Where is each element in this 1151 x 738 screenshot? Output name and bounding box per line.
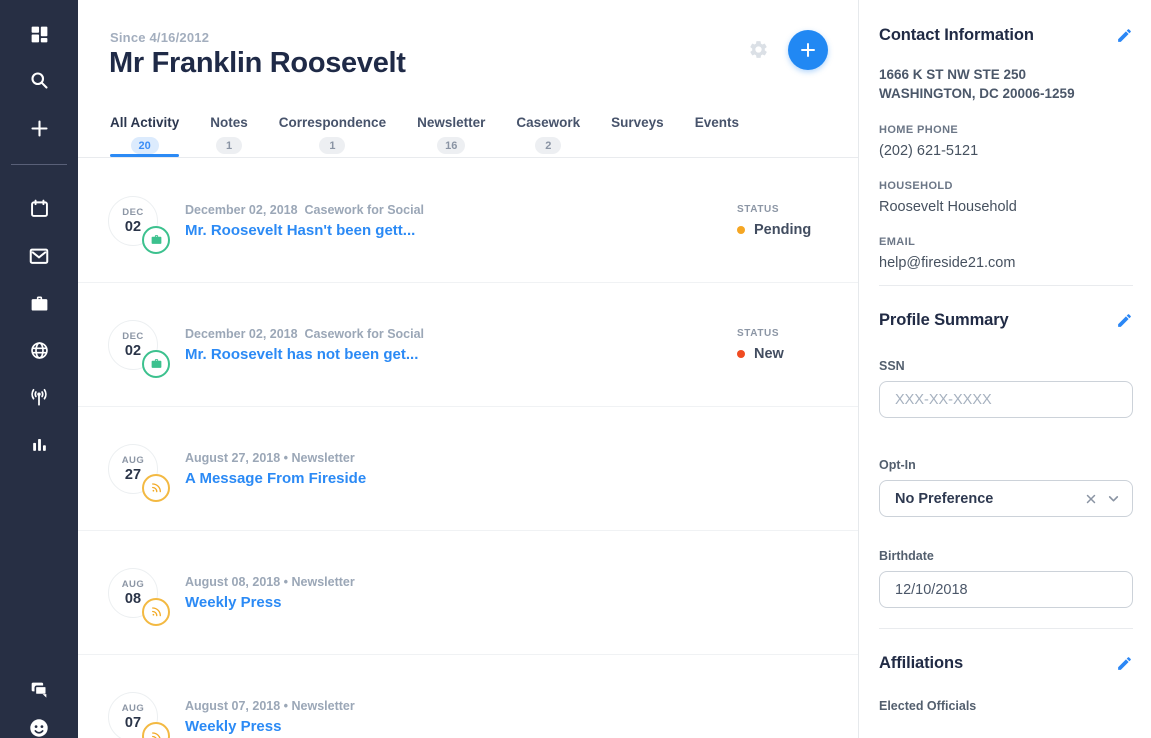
home-phone-value: (202) 621-5121 [879,143,1133,159]
mail-icon[interactable] [27,244,51,268]
status-block: STATUS New [737,328,784,362]
activity-row[interactable]: DEC 02 December 02, 2018 Casework for So… [78,283,858,407]
page-title: Mr Franklin Roosevelt [109,47,406,80]
tab-newsletter[interactable]: Newsletter 16 [417,106,485,157]
date-circle: AUG 27 [108,444,158,494]
profile-summary-title: Profile Summary [879,311,1009,330]
status-text: Pending [754,222,811,238]
tab-count-badge: 2 [535,137,561,154]
tab-notes[interactable]: Notes 1 [210,106,248,157]
activity-feed: DEC 02 December 02, 2018 Casework for So… [78,159,858,738]
app-window: Since 4/16/2012 Mr Franklin Roosevelt Al… [0,0,1151,738]
optin-value: No Preference [895,491,1085,507]
email-value: help@fireside21.com [879,255,1133,271]
household-label: HOUSEHOLD [879,180,1133,192]
activity-row[interactable]: DEC 02 December 02, 2018 Casework for So… [78,159,858,283]
elected-officials-label: Elected Officials [879,699,1133,713]
main-content: Since 4/16/2012 Mr Franklin Roosevelt Al… [78,0,858,738]
clear-icon[interactable] [1085,493,1097,505]
gear-icon[interactable] [748,39,769,60]
dashboard-icon[interactable] [27,22,51,46]
detail-panel: Contact Information 1666 K ST NW STE 250… [858,0,1151,738]
bar-chart-icon[interactable] [27,432,51,456]
activity-meta: August 07, 2018 • Newsletter [185,699,355,713]
activity-meta: December 02, 2018 Casework for Social [185,203,424,217]
status-block: STATUS Pending [737,204,811,238]
activity-meta: December 02, 2018 Casework for Social [185,327,424,341]
tab-count-badge: 16 [437,137,465,154]
affiliations-title: Affiliations [879,654,963,673]
tab-count-badge: 20 [131,137,159,154]
affiliations-section: Affiliations Elected Officials [879,629,1133,733]
activity-tabbar: All Activity 20 Notes 1 Correspondence 1… [78,106,858,158]
rss-badge-icon [142,722,170,738]
email-label: EMAIL [879,236,1133,248]
ssn-input[interactable] [879,381,1133,418]
date-circle: DEC 02 [108,196,158,246]
optin-label: Opt-In [879,458,1133,472]
activity-row[interactable]: AUG 08 August 08, 2018 • Newsletter Week… [78,531,858,655]
globe-icon[interactable] [27,338,51,362]
add-activity-button[interactable] [788,30,828,70]
edit-contact-icon[interactable] [1116,27,1133,44]
tab-events[interactable]: Events [695,106,739,157]
tab-count-badge: 1 [319,137,345,154]
casework-badge-icon [142,226,170,254]
rss-badge-icon [142,474,170,502]
activity-title-link[interactable]: Weekly Press [185,718,355,735]
activity-title-link[interactable]: Weekly Press [185,594,355,611]
date-circle: AUG 07 [108,692,158,738]
search-icon[interactable] [27,68,51,92]
date-circle: DEC 02 [108,320,158,370]
activity-title-link[interactable]: Mr. Roosevelt has not been get... [185,346,424,363]
birthdate-input[interactable] [879,571,1133,608]
activity-meta: August 27, 2018 • Newsletter [185,451,366,465]
tab-all-activity[interactable]: All Activity 20 [110,106,179,157]
activity-row[interactable]: AUG 07 August 07, 2018 • Newsletter Week… [78,655,858,738]
casework-badge-icon [142,350,170,378]
activity-meta: August 08, 2018 • Newsletter [185,575,355,589]
ssn-label: SSN [879,359,1133,373]
home-phone-label: HOME PHONE [879,124,1133,136]
profile-summary-section: Profile Summary SSN Opt-In No Preference… [879,286,1133,629]
rss-badge-icon [142,598,170,626]
edit-affiliations-icon[interactable] [1116,655,1133,672]
activity-title-link[interactable]: A Message From Fireside [185,470,366,487]
contact-information-section: Contact Information 1666 K ST NW STE 250… [879,0,1133,286]
nav-divider [11,164,67,165]
birthdate-label: Birthdate [879,549,1133,563]
left-nav [0,0,78,738]
optin-select[interactable]: No Preference [879,480,1133,517]
add-icon[interactable] [27,116,51,140]
bot-face-icon[interactable] [27,716,51,738]
status-text: New [754,346,784,362]
activity-title-link[interactable]: Mr. Roosevelt Hasn't been gett... [185,222,424,239]
briefcase-icon[interactable] [27,291,51,315]
tab-surveys[interactable]: Surveys [611,106,664,157]
status-dot [737,350,745,358]
contact-address: 1666 K ST NW STE 250 WASHINGTON, DC 2000… [879,66,1133,103]
status-dot [737,226,745,234]
tab-casework[interactable]: Casework 2 [516,106,580,157]
tab-correspondence[interactable]: Correspondence 1 [279,106,386,157]
tab-count-badge: 1 [216,137,242,154]
contact-information-title: Contact Information [879,26,1034,45]
edit-profile-icon[interactable] [1116,312,1133,329]
activity-row[interactable]: AUG 27 August 27, 2018 • Newsletter A Me… [78,407,858,531]
chevron-down-icon[interactable] [1107,492,1120,505]
member-since: Since 4/16/2012 [110,30,209,45]
chat-icon[interactable] [27,678,51,702]
household-value: Roosevelt Household [879,199,1133,215]
calendar-icon[interactable] [27,196,51,220]
date-circle: AUG 08 [108,568,158,618]
broadcast-icon[interactable] [27,385,51,409]
